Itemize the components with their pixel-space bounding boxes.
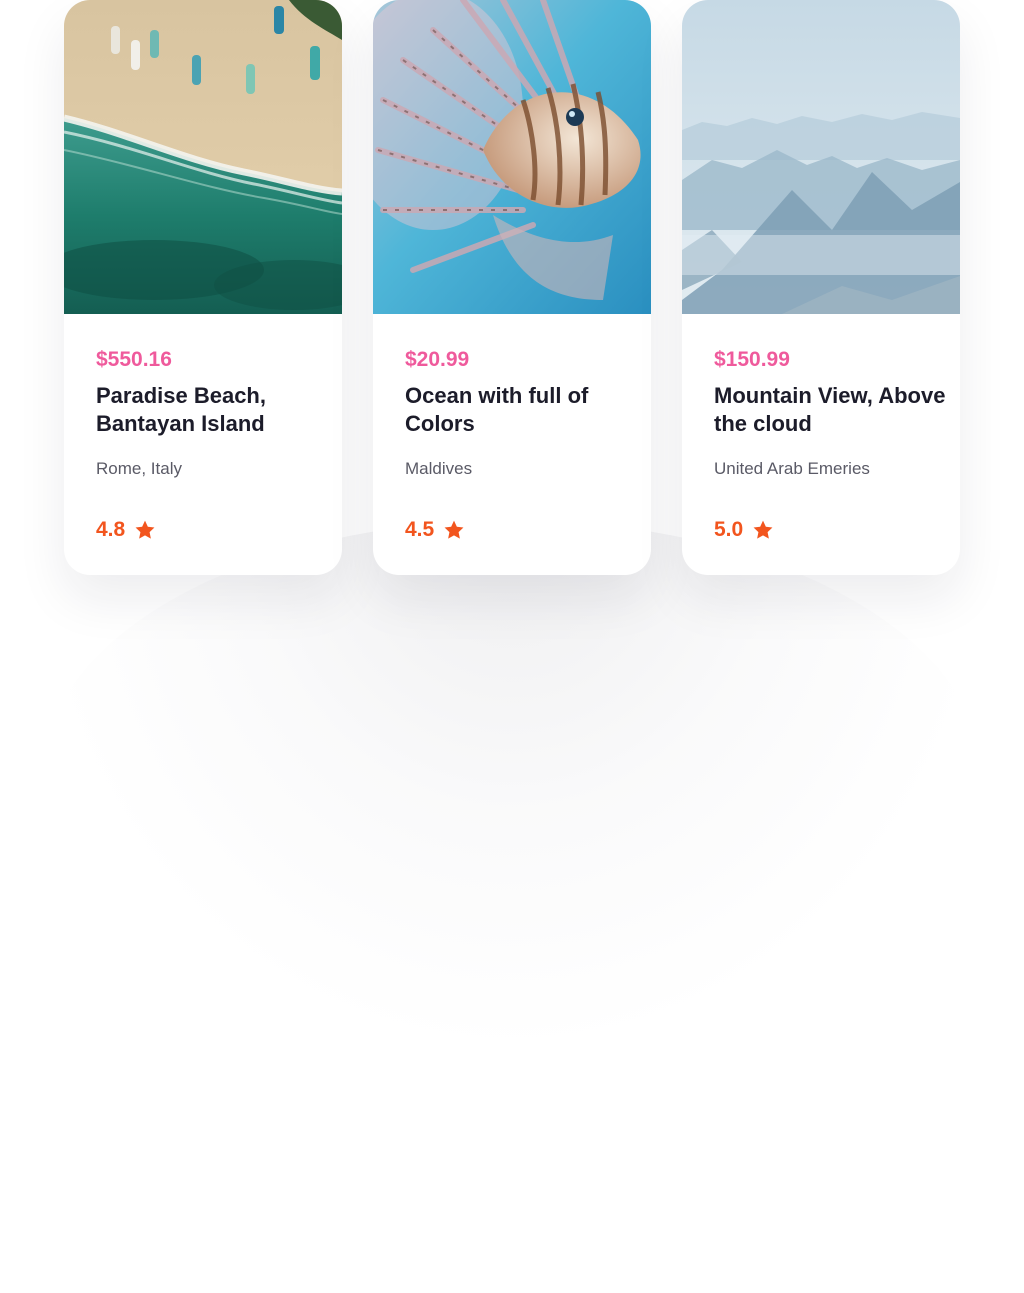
card-location: United Arab Emeries	[714, 459, 870, 478]
card-details: $550.16 Paradise Beach, Bantayan Island	[96, 346, 318, 438]
rating-value: 4.8	[96, 518, 126, 541]
card-rating: 5.0	[714, 516, 774, 544]
card-price: $550.16	[96, 348, 172, 371]
star-icon	[443, 519, 465, 541]
card-shadow-glow	[40, 520, 984, 1040]
card-location: Rome, Italy	[96, 459, 182, 478]
rating-value: 5.0	[714, 518, 744, 541]
card-title[interactable]: Paradise Beach, Bantayan Island	[96, 382, 328, 438]
card-rating: 4.8	[96, 516, 156, 544]
card-title[interactable]: Ocean with full of Colors	[405, 382, 637, 438]
card-title[interactable]: Mountain View, Above the cloud	[714, 382, 946, 438]
beach-aerial-photo	[64, 0, 342, 314]
destination-card-ocean-colors[interactable]: $20.99 Ocean with full of Colors Maldive…	[373, 0, 651, 575]
card-details: $20.99 Ocean with full of Colors	[405, 346, 627, 438]
card-price: $150.99	[714, 348, 790, 371]
star-icon	[134, 519, 156, 541]
card-rating: 4.5	[405, 516, 465, 544]
destination-card-paradise-beach[interactable]: $550.16 Paradise Beach, Bantayan Island …	[64, 0, 342, 575]
rating-value: 4.5	[405, 518, 435, 541]
destination-card-mountain-view[interactable]: $150.99 Mountain View, Above the cloud U…	[682, 0, 960, 575]
star-icon	[752, 519, 774, 541]
card-price: $20.99	[405, 348, 470, 371]
lionfish-photo	[373, 0, 651, 314]
destination-cards: $550.16 Paradise Beach, Bantayan Island …	[64, 0, 960, 576]
card-location: Maldives	[405, 459, 473, 478]
card-details: $150.99 Mountain View, Above the cloud	[714, 346, 945, 438]
misty-mountains-photo	[682, 0, 960, 314]
